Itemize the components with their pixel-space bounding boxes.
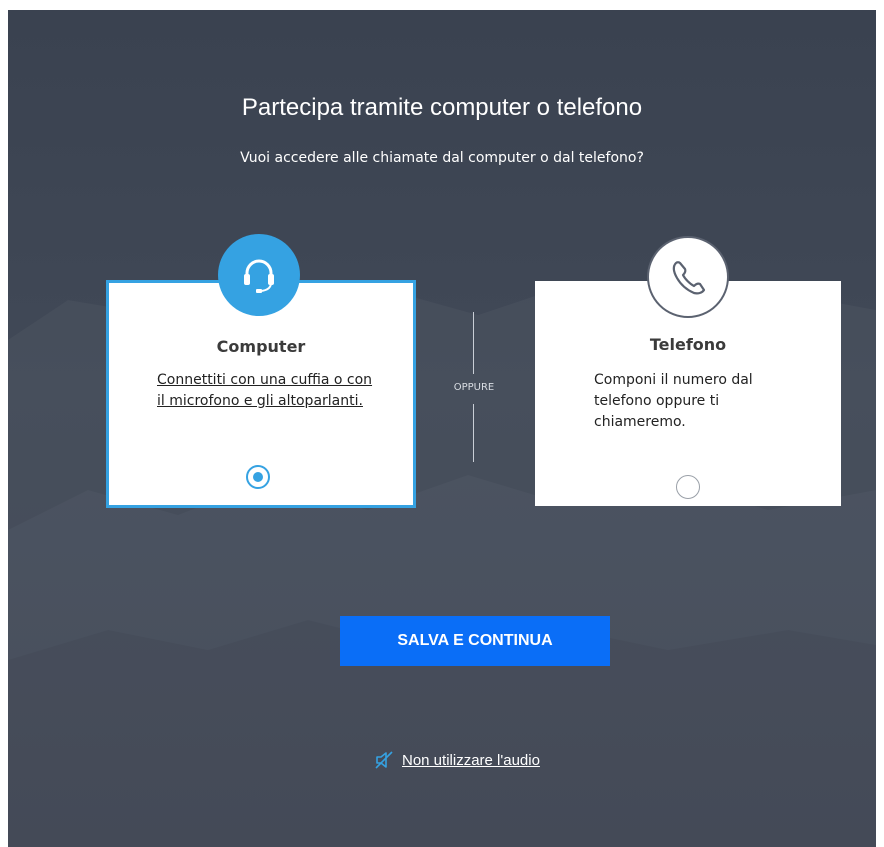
option-title-phone: Telefono (649, 335, 727, 354)
save-continue-button[interactable]: SALVA E CONTINUA (340, 616, 610, 666)
speaker-off-icon (375, 751, 393, 769)
dialog-subtitle: Vuoi accedere alle chiamate dal computer… (240, 150, 644, 166)
option-description-phone: Componi il numero dal telefono oppure ti… (594, 372, 753, 430)
no-audio-link[interactable]: Non utilizzare l'audio (374, 748, 540, 772)
radio-phone[interactable] (676, 475, 700, 499)
divider-line (473, 404, 474, 462)
option-description-computer[interactable]: Connettiti con una cuffia o con il micro… (157, 370, 377, 412)
divider-line (473, 312, 474, 374)
audio-connection-dialog: Partecipa tramite computer o telefono Vu… (8, 10, 876, 847)
no-audio-label[interactable]: Non utilizzare l'audio (402, 752, 540, 769)
radio-computer-selected[interactable] (246, 465, 270, 489)
dialog-title: Partecipa tramite computer o telefono (241, 94, 643, 121)
headset-icon (218, 234, 300, 316)
option-title-computer: Computer (216, 337, 306, 356)
divider-label: OPPURE (453, 382, 495, 393)
phone-icon (647, 236, 729, 318)
